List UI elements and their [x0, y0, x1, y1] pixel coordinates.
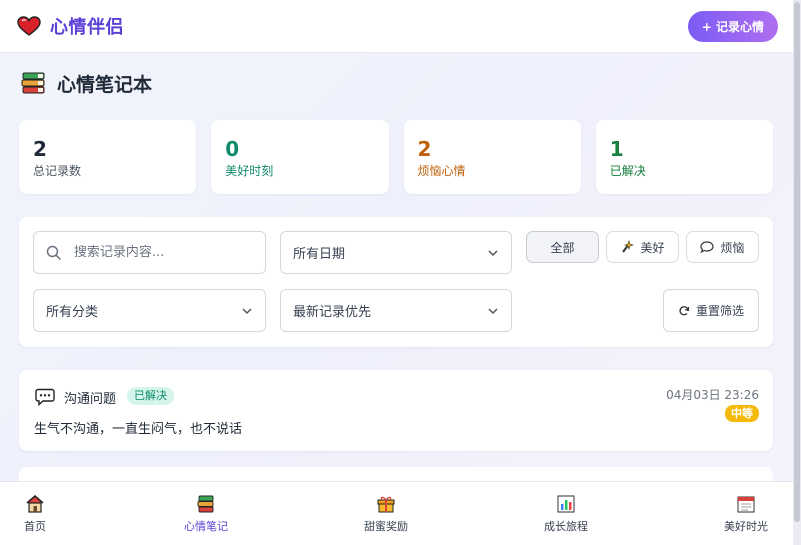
- filter-chip-trouble[interactable]: 烦恼: [686, 231, 759, 263]
- nav-item-good-times[interactable]: 美好时光: [724, 494, 768, 534]
- chip-label: 美好: [640, 240, 665, 255]
- category-select-value: 所有分类: [46, 305, 99, 320]
- nav-item-rewards[interactable]: 甜蜜奖励: [364, 494, 408, 534]
- nav-item-growth[interactable]: 成长旅程: [544, 494, 588, 534]
- stat-good-moments: 0 美好时刻: [211, 120, 389, 194]
- nav-label: 美好时光: [724, 520, 768, 533]
- scrollbar-thumb[interactable]: [794, 2, 800, 522]
- record-card[interactable]: 沟通问题 已解决 04月03日 23:26 中等 生气不沟通，一直生闷气，也不说…: [19, 370, 773, 451]
- record-time: 04月03日 23:26: [666, 388, 759, 402]
- chip-label: 全部: [550, 240, 575, 255]
- top-header: 心情伴侣 + 记录心情: [0, 0, 793, 53]
- chevron-down-icon: [488, 308, 498, 315]
- books-icon: [197, 495, 214, 513]
- page-title-text: 心情笔记本: [57, 74, 153, 96]
- gift-icon: [377, 496, 395, 513]
- stat-label: 烦恼心情: [417, 164, 466, 178]
- chevron-down-icon: [242, 308, 252, 315]
- reset-filters-button[interactable]: 重置筛选: [663, 289, 759, 332]
- bottom-nav: 首页 心情笔记 甜蜜奖励 成长旅程 美好时光: [0, 481, 793, 545]
- books-icon: [21, 72, 45, 94]
- record-content: 生气不沟通，一直生闷气，也不说话: [34, 422, 243, 437]
- chip-label: 烦恼: [720, 240, 745, 255]
- search-icon: [46, 245, 61, 260]
- nav-label: 成长旅程: [544, 520, 588, 533]
- refresh-icon: [679, 305, 690, 315]
- record-category: 沟通问题: [64, 392, 117, 407]
- stat-value: 2: [33, 137, 47, 161]
- stat-resolved: 1 已解决: [595, 120, 773, 194]
- stat-total-records: 2 总记录数: [19, 120, 197, 194]
- filter-chip-good[interactable]: 美好: [606, 231, 679, 263]
- nav-item-home[interactable]: 首页: [24, 494, 46, 534]
- calendar-icon: [737, 496, 755, 513]
- stat-label: 已解决: [609, 164, 646, 178]
- search-input[interactable]: [73, 245, 253, 260]
- sparkle-icon: [622, 240, 635, 253]
- scrollbar[interactable]: [793, 0, 801, 545]
- filter-panel: 所有日期 全部 美好 烦恼 所有分类 最新记录优先: [19, 217, 773, 347]
- reset-filters-label: 重置筛选: [695, 304, 744, 318]
- category-select[interactable]: 所有分类: [33, 289, 266, 332]
- level-badge: 中等: [725, 405, 759, 422]
- sort-select[interactable]: 最新记录优先: [280, 289, 512, 332]
- chevron-down-icon: [488, 250, 498, 257]
- stat-label: 总记录数: [33, 164, 82, 178]
- stat-label: 美好时刻: [225, 164, 274, 178]
- stat-value: 1: [609, 137, 624, 161]
- filter-chip-all[interactable]: 全部: [526, 231, 599, 263]
- nav-item-mood-notes[interactable]: 心情笔记: [184, 494, 228, 534]
- date-select[interactable]: 所有日期: [280, 231, 512, 274]
- heart-icon: [17, 16, 41, 36]
- record-mood-button[interactable]: + 记录心情: [687, 10, 778, 42]
- sort-select-value: 最新记录优先: [293, 305, 372, 320]
- speech-bubble-icon: [700, 241, 715, 254]
- stat-value: 2: [417, 137, 432, 161]
- stat-value: 0: [225, 137, 240, 161]
- house-icon: [26, 495, 44, 513]
- page-title: 心情笔记本: [20, 70, 152, 97]
- date-select-value: 所有日期: [293, 247, 346, 262]
- brand[interactable]: 心情伴侣: [16, 13, 124, 39]
- brand-title: 心情伴侣: [50, 17, 124, 38]
- stats-row: 2 总记录数 0 美好时刻 2 烦恼心情 1 已解决: [19, 120, 773, 194]
- nav-label: 甜蜜奖励: [364, 520, 408, 533]
- nav-label: 首页: [24, 520, 46, 533]
- app-frame: 心情伴侣 + 记录心情 心情笔记本 2 总记录数 0 美好时刻 2 烦恼心情 1…: [0, 0, 793, 545]
- chart-icon: [557, 495, 575, 513]
- status-badge: 已解决: [127, 387, 174, 405]
- search-box[interactable]: [33, 231, 266, 274]
- nav-label: 心情笔记: [184, 520, 228, 533]
- stat-troubles: 2 烦恼心情: [403, 120, 581, 194]
- chat-bubble-icon: [35, 388, 55, 406]
